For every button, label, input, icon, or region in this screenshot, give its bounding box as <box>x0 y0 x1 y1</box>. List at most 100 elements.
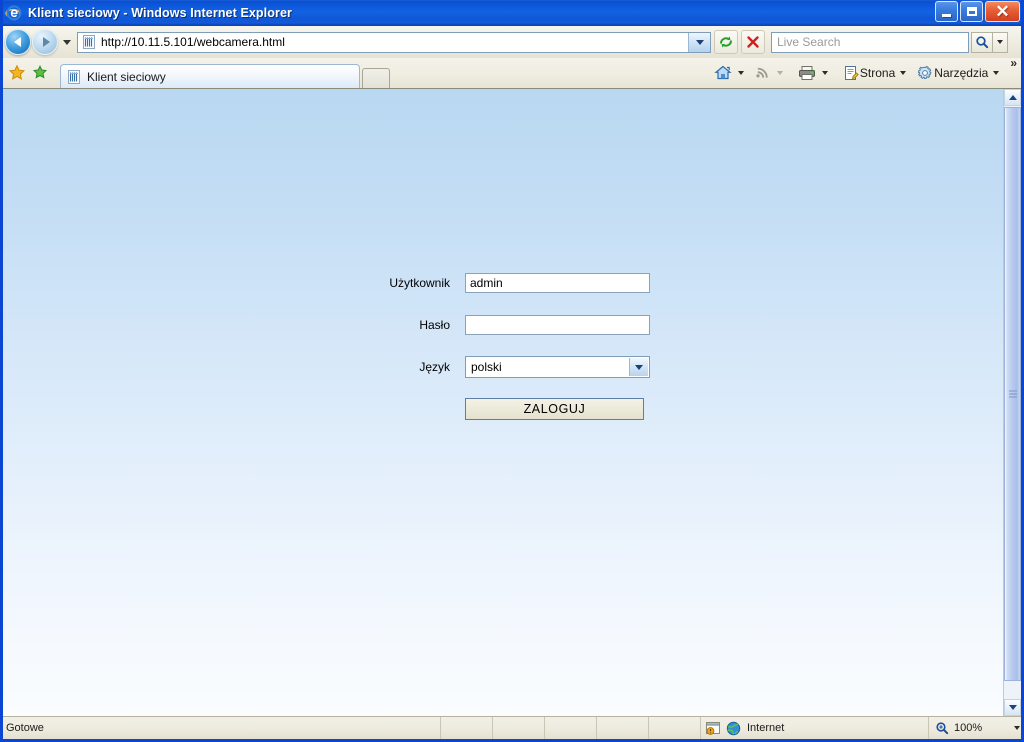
scroll-down-button[interactable] <box>1004 699 1021 716</box>
tools-menu-button[interactable]: Narzędzia <box>913 62 1005 84</box>
stop-icon <box>747 36 759 48</box>
status-segment <box>648 717 700 739</box>
star-icon <box>8 64 26 80</box>
close-button[interactable]: ✕ <box>985 1 1020 22</box>
scrollbar-grip-icon <box>1008 390 1017 398</box>
ie-logo-icon <box>5 4 23 22</box>
password-row: Hasło <box>362 314 652 336</box>
chevron-down-icon <box>776 71 783 75</box>
refresh-button[interactable] <box>714 30 738 54</box>
favorites-center-button[interactable] <box>6 62 28 84</box>
username-input[interactable] <box>465 273 650 293</box>
login-submit-button[interactable]: ZALOGUJ <box>465 398 644 420</box>
status-segment <box>596 717 648 739</box>
tab-label: Klient sieciowy <box>87 69 166 84</box>
back-button[interactable] <box>5 29 31 55</box>
minimize-button[interactable] <box>935 1 958 22</box>
home-icon <box>714 65 732 80</box>
vertical-scrollbar[interactable] <box>1003 89 1021 716</box>
search-dropdown-button[interactable] <box>993 31 1008 53</box>
scroll-up-button[interactable] <box>1004 89 1021 106</box>
print-icon <box>798 66 815 80</box>
new-tab-button[interactable] <box>362 68 390 88</box>
security-zone-indicator[interactable]: Internet <box>700 717 928 739</box>
status-segment <box>492 717 544 739</box>
browser-viewport: Użytkownik Hasło Język polski <box>3 88 1021 716</box>
add-favorite-button[interactable] <box>30 62 52 84</box>
status-segment <box>440 717 492 739</box>
internet-explorer-window: Klient sieciowy - Windows Internet Explo… <box>0 0 1024 742</box>
stop-button[interactable] <box>741 30 765 54</box>
chevron-down-icon <box>635 364 643 370</box>
web-page-content: Użytkownik Hasło Język polski <box>3 89 1003 716</box>
tab-strip: Klient sieciowy <box>60 64 390 88</box>
search-input[interactable]: Live Search <box>771 31 969 53</box>
close-icon: ✕ <box>995 2 1010 21</box>
page-menu-button[interactable]: Strona <box>839 62 912 84</box>
status-text: Gotowe <box>6 722 44 734</box>
password-input[interactable] <box>465 315 650 335</box>
command-bar: Strona Narzędzia » <box>710 56 1019 84</box>
address-bar-row: http://10.11.5.101/webcamera.html Live S… <box>3 26 1021 58</box>
history-dropdown-icon[interactable] <box>63 39 71 45</box>
home-button[interactable] <box>710 62 750 84</box>
add-favorite-icon <box>32 65 48 79</box>
refresh-icon <box>720 36 732 48</box>
tab-klient-sieciowy[interactable]: Klient sieciowy <box>60 64 360 88</box>
username-row: Użytkownik <box>362 272 652 294</box>
chevron-down-icon <box>695 39 704 45</box>
protected-mode-icon <box>705 721 721 736</box>
username-label: Użytkownik <box>389 276 450 290</box>
scrollbar-track[interactable] <box>1004 106 1021 699</box>
page-icon <box>66 69 82 85</box>
search-placeholder: Live Search <box>777 35 841 49</box>
zoom-control[interactable]: 100% <box>928 717 1021 739</box>
status-segment <box>544 717 596 739</box>
language-label: Język <box>419 360 450 374</box>
security-zone-label: Internet <box>747 722 785 734</box>
password-label: Hasło <box>419 318 450 332</box>
chevron-up-icon <box>1008 95 1017 100</box>
address-text: http://10.11.5.101/webcamera.html <box>101 35 285 49</box>
window-title: Klient sieciowy - Windows Internet Explo… <box>28 6 292 20</box>
language-select[interactable]: polski <box>465 356 650 378</box>
window-controls: ✕ <box>935 1 1020 22</box>
address-input[interactable]: http://10.11.5.101/webcamera.html <box>77 31 711 53</box>
gear-icon <box>918 65 932 80</box>
restore-icon <box>966 7 977 16</box>
feeds-button[interactable] <box>751 62 789 84</box>
tab-bar: Klient sieciowy Strona Narzędzia » <box>3 56 1021 88</box>
scrollbar-thumb[interactable] <box>1004 107 1021 681</box>
language-selected-value: polski <box>471 360 502 374</box>
status-segments <box>440 717 700 739</box>
chevron-down-icon[interactable] <box>900 71 907 75</box>
status-bar: Gotowe Internet 100% <box>3 716 1021 739</box>
page-icon <box>81 34 97 50</box>
forward-button[interactable] <box>32 29 58 55</box>
chevron-down-icon[interactable] <box>821 71 828 75</box>
search-icon <box>976 36 989 49</box>
rss-feed-icon <box>756 67 768 78</box>
print-button[interactable] <box>794 62 834 84</box>
page-menu-label: Strona <box>859 66 896 80</box>
search-go-button[interactable] <box>971 31 993 53</box>
zoom-icon <box>935 721 949 735</box>
title-bar: Klient sieciowy - Windows Internet Explo… <box>3 0 1021 26</box>
restore-button[interactable] <box>960 1 983 22</box>
language-row: Język polski <box>362 356 652 378</box>
address-dropdown-button[interactable] <box>688 32 710 52</box>
forward-arrow-icon <box>42 37 50 47</box>
chevron-down-icon[interactable] <box>993 71 1000 75</box>
chevron-down-icon <box>1008 705 1017 710</box>
tools-menu-label: Narzędzia <box>934 66 989 80</box>
select-dropdown-button[interactable] <box>629 358 648 376</box>
zoom-level: 100% <box>954 722 983 734</box>
login-form: Użytkownik Hasło Język polski <box>362 272 652 420</box>
back-arrow-icon <box>13 37 21 47</box>
toolbar-overflow-button[interactable]: » <box>1010 56 1017 70</box>
chevron-down-icon <box>997 40 1003 44</box>
chevron-down-icon[interactable] <box>737 71 744 75</box>
chevron-down-icon[interactable] <box>1014 726 1020 730</box>
page-menu-icon <box>844 66 859 80</box>
globe-icon <box>726 721 741 736</box>
